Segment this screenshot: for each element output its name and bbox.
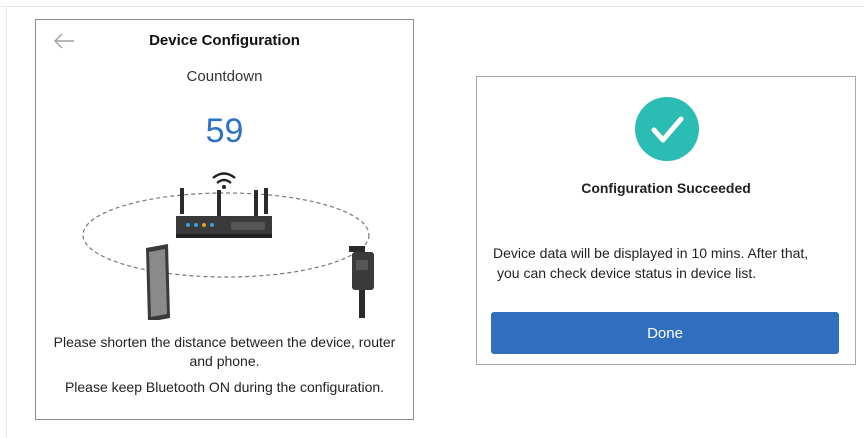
connection-illustration — [82, 172, 374, 320]
wifi-icon — [212, 172, 236, 189]
phone-icon — [146, 244, 170, 320]
configuration-success-screen: Configuration Succeeded Device data will… — [476, 76, 856, 365]
instruction-bluetooth: Please keep Bluetooth ON during the conf… — [64, 379, 385, 395]
success-message: Device data will be displayed in 10 mins… — [493, 243, 845, 283]
success-message-line-1: Device data will be displayed in 10 mins… — [493, 245, 809, 261]
success-message-line-2: you can check device status in device li… — [497, 265, 757, 281]
success-title: Configuration Succeeded — [581, 180, 751, 196]
device-configuration-screen: Device Configuration Countdown 59 Please… — [35, 19, 414, 420]
countdown-label: Countdown — [186, 68, 263, 85]
router-icon — [176, 188, 272, 238]
page-title: Device Configuration — [149, 32, 300, 49]
success-check-icon — [635, 97, 699, 161]
instruction-distance: Please shorten the distance between the … — [53, 334, 396, 369]
countdown-value: 59 — [205, 112, 244, 150]
frame-divider-top — [0, 6, 864, 7]
done-button[interactable]: Done — [491, 312, 839, 354]
dongle-device-icon — [349, 246, 374, 318]
frame-divider-left — [6, 6, 7, 438]
